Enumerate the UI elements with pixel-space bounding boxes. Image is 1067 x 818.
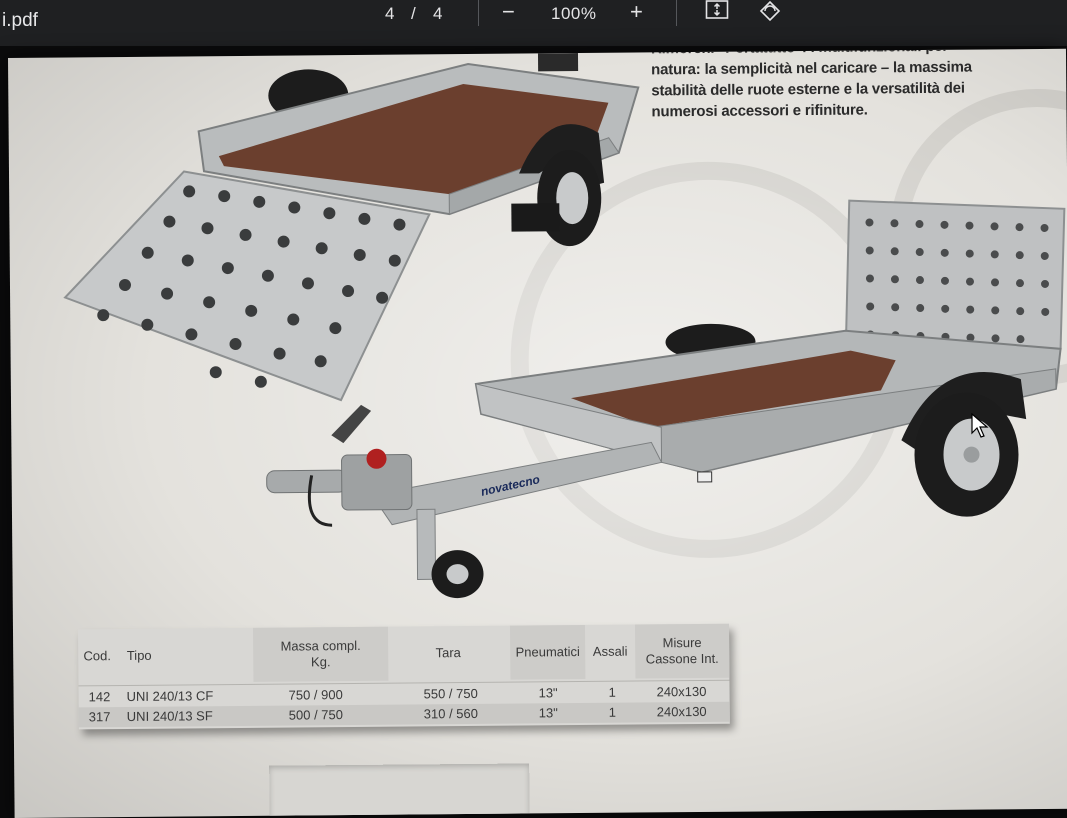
table-row: 317 UNI 240/13 SF 500 / 750 310 / 560 13… bbox=[78, 701, 730, 728]
cell-tara: 310 / 560 bbox=[423, 705, 479, 722]
page-separator: / bbox=[411, 4, 417, 23]
toolbar-divider bbox=[478, 0, 479, 26]
spec-table: Cod. Tipo Massa compl. Kg. Tara Pneumati… bbox=[77, 623, 730, 730]
pdf-toolbar: i.pdf 4 / 4 − 100% + bbox=[0, 0, 1067, 46]
cell-tipo: UNI 240/13 CF bbox=[126, 688, 214, 704]
cell-pneumatici: 13" bbox=[538, 705, 558, 721]
zoom-in-button[interactable]: + bbox=[630, 0, 643, 24]
page-total: 4 bbox=[433, 4, 444, 23]
table-header-tipo: Tipo bbox=[126, 647, 152, 663]
fit-page-button[interactable] bbox=[705, 0, 729, 25]
table-header-tara: Tara bbox=[435, 645, 461, 661]
table-header-misure-line1: Misure bbox=[662, 634, 702, 651]
toolbar-divider bbox=[676, 0, 677, 26]
cell-cod: 317 bbox=[88, 709, 111, 725]
mouse-cursor-icon bbox=[971, 413, 989, 438]
rotate-button[interactable] bbox=[756, 0, 784, 27]
pdf-page: Rimorchi "Portatutto": i multifunzionali… bbox=[8, 48, 1067, 818]
page-current[interactable]: 4 bbox=[385, 4, 395, 24]
file-name: i.pdf bbox=[2, 10, 38, 31]
table-header-cod: Cod. bbox=[83, 648, 112, 664]
cell-assali: 1 bbox=[608, 684, 616, 700]
table-header-massa-line1: Massa compl. bbox=[280, 637, 361, 654]
cell-pneumatici: 13" bbox=[538, 685, 558, 701]
table-header-misure-line2: Cassone Int. bbox=[645, 650, 719, 667]
rotate-icon bbox=[759, 0, 781, 22]
next-image-edge bbox=[269, 763, 530, 818]
cell-tipo: UNI 240/13 SF bbox=[126, 708, 213, 724]
cell-assali: 1 bbox=[608, 704, 617, 720]
fit-page-icon bbox=[705, 0, 729, 19]
trailer-photo-tailgate: novatecno bbox=[266, 199, 1066, 599]
table-header-misure: Misure Cassone Int. bbox=[634, 623, 730, 679]
cell-massa: 500 / 750 bbox=[288, 707, 344, 723]
cell-tara: 550 / 750 bbox=[423, 685, 478, 702]
cell-misure: 240x130 bbox=[656, 683, 707, 700]
cell-misure: 240x130 bbox=[656, 703, 707, 720]
cell-cod: 142 bbox=[88, 689, 111, 705]
table-header-massa-line2: Kg. bbox=[310, 654, 331, 670]
cell-massa: 750 / 900 bbox=[288, 687, 343, 703]
table-header-assali: Assali bbox=[592, 643, 628, 659]
table-header-pneumatici: Pneumatici bbox=[509, 624, 586, 680]
zoom-level: 100% bbox=[551, 4, 597, 23]
table-header-massa: Massa compl. Kg. bbox=[252, 626, 389, 682]
zoom-out-button[interactable]: − bbox=[502, 0, 515, 24]
